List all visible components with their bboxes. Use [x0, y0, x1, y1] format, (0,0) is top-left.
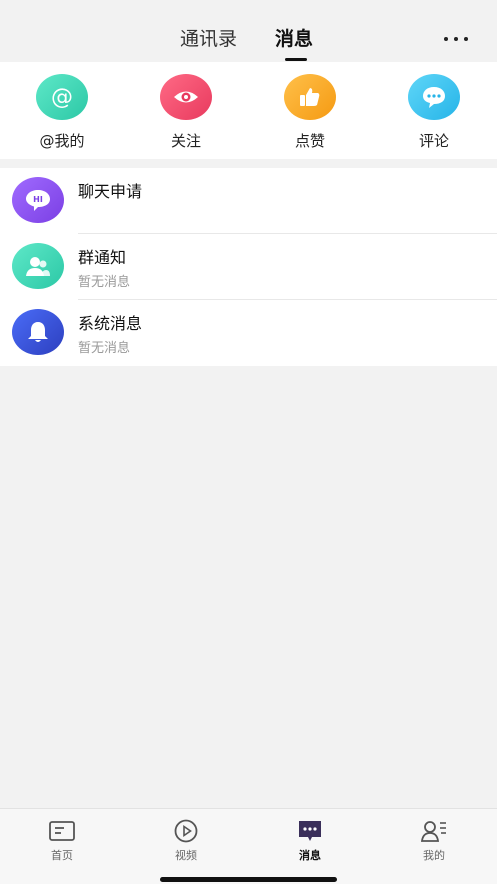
- quick-action-label: 点赞: [294, 132, 325, 150]
- list-item-title: 群通知: [78, 248, 127, 267]
- tab-contacts[interactable]: 通讯录: [180, 27, 237, 51]
- eye-icon: [160, 74, 212, 120]
- quick-action-at-me[interactable]: @ @我的: [17, 74, 107, 151]
- quick-action-follow[interactable]: 关注: [141, 74, 231, 151]
- list-item-chat-request[interactable]: HI 聊天申请: [0, 168, 497, 234]
- tabbar-item-video[interactable]: 视频: [146, 819, 226, 863]
- group-icon: [12, 243, 64, 289]
- tabbar-label: 首页: [51, 849, 73, 862]
- list-item-subtitle: 暂无消息: [78, 275, 131, 290]
- profile-icon: [394, 819, 474, 843]
- bell-icon: [12, 309, 64, 355]
- message-list: HI 聊天申请 群通知 暂无消息 系统消息 暂无消息: [0, 168, 497, 366]
- tabbar-label: 视频: [175, 849, 197, 862]
- tabbar-item-messages[interactable]: 消息: [270, 819, 350, 863]
- at-icon: @: [36, 74, 88, 120]
- active-tab-indicator: [285, 58, 307, 61]
- message-icon: [270, 819, 350, 843]
- svg-text:@: @: [51, 85, 73, 110]
- tabbar-item-home[interactable]: 首页: [22, 819, 102, 863]
- quick-action-label: @我的: [39, 132, 85, 150]
- list-item-group-notice[interactable]: 群通知 暂无消息: [0, 234, 497, 300]
- list-item-title: 系统消息: [78, 314, 143, 333]
- quick-action-comments[interactable]: 评论: [389, 74, 479, 151]
- list-item-title: 聊天申请: [78, 182, 143, 201]
- bottom-tab-bar: 首页 视频 消息 我的: [0, 808, 497, 884]
- play-icon: [146, 819, 226, 843]
- comment-icon: [408, 74, 460, 120]
- quick-actions-bar: @ @我的 关注 点赞 评论: [0, 62, 497, 159]
- quick-action-likes[interactable]: 点赞: [265, 74, 355, 151]
- more-dots-icon[interactable]: [442, 36, 470, 44]
- tab-messages[interactable]: 消息: [275, 27, 313, 51]
- thumbs-up-icon: [284, 74, 336, 120]
- tabbar-label: 我的: [423, 849, 445, 862]
- home-icon: [22, 819, 102, 843]
- list-item-system-message[interactable]: 系统消息 暂无消息: [0, 300, 497, 366]
- quick-action-label: 评论: [418, 132, 449, 150]
- svg-text:HI: HI: [33, 195, 43, 204]
- tabbar-label: 消息: [299, 849, 321, 862]
- hi-chat-icon: HI: [12, 177, 64, 223]
- tabbar-item-profile[interactable]: 我的: [394, 819, 474, 863]
- quick-action-label: 关注: [170, 132, 201, 150]
- top-header: 通讯录 消息: [0, 0, 497, 62]
- home-indicator: [160, 877, 337, 882]
- list-item-subtitle: 暂无消息: [78, 341, 131, 356]
